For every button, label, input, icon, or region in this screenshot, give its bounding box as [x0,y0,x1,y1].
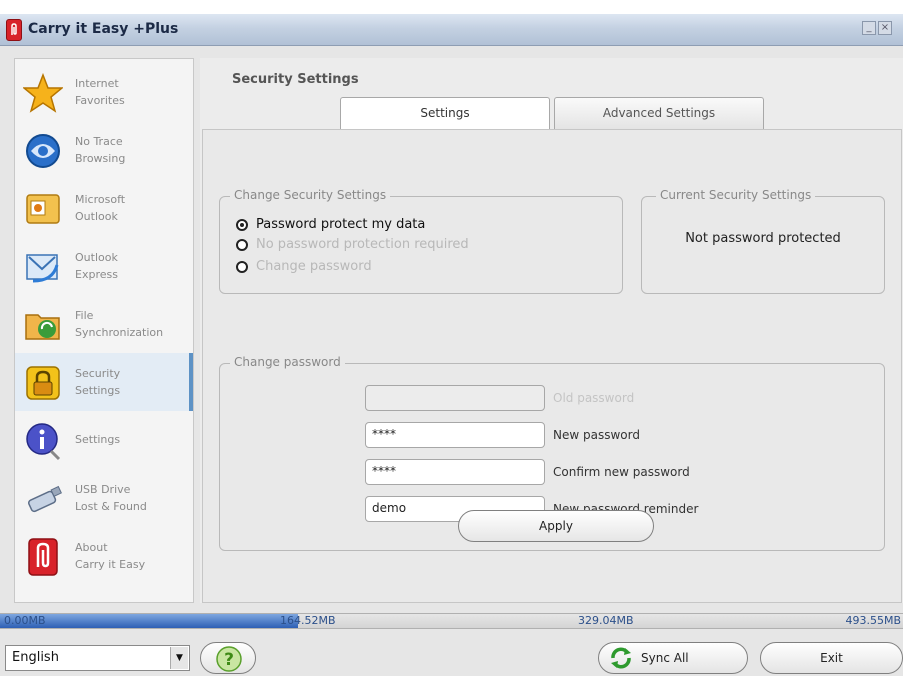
old-password-field[interactable] [365,385,545,411]
minimize-button[interactable]: _ [862,21,876,35]
storage-usage-bar: 0.00MB 164.52MB 329.04MB 493.55MB [0,613,903,629]
settings-panel: Change Security Settings Password protec… [202,129,902,603]
sidebar-item-label: USB Drive Lost & Found [75,483,147,513]
help-button[interactable]: ? [200,642,256,674]
language-select[interactable]: English ▼ [5,645,190,671]
sidebar-item-label: File Synchronization [75,309,164,339]
browser-globe-icon [26,134,60,168]
group-legend: Change Security Settings [230,188,391,202]
app-window: Carry it Easy +Plus _ × Internet Favorit… [0,14,903,676]
help-icon: ? [216,646,242,672]
sidebar-item-about-carry-it-easy[interactable]: About Carry it Easy [15,527,193,585]
usb-drive-icon [28,485,62,513]
padlock-icon [26,366,60,400]
outlook-icon [26,194,60,224]
confirm-password-field[interactable]: **** [365,459,545,485]
sidebar-item-label: Security Settings [75,367,121,397]
sidebar-item-usb-drive-lost-found[interactable]: USB Drive Lost & Found [15,469,193,527]
language-value: English [12,650,59,665]
radio-label: Password protect my data [256,217,426,232]
chevron-down-icon[interactable]: ▼ [170,647,188,669]
old-password-label: Old password [553,391,635,405]
new-password-field[interactable]: **** [365,422,545,448]
sidebar-item-label: Outlook Express [75,251,118,281]
sidebar-item-settings[interactable]: Settings [15,411,193,469]
storage-tick-1: 164.52MB [280,614,336,627]
app-logo-icon [6,19,22,41]
close-button[interactable]: × [878,21,892,35]
tab-advanced-settings[interactable]: Advanced Settings [554,97,764,129]
sync-icon [611,647,631,669]
exit-button[interactable]: Exit [760,642,903,674]
info-icon [26,423,61,461]
page-title: Security Settings [232,72,359,87]
sidebar-item-label: Internet Favorites [75,77,125,107]
radio-label: Change password [256,259,372,274]
window-title: Carry it Easy +Plus [28,21,179,37]
apply-button[interactable]: Apply [458,510,654,542]
storage-tick-min: 0.00MB [4,614,46,627]
sidebar-item-label: Settings [75,433,121,446]
group-legend: Current Security Settings [656,188,816,202]
radio-button[interactable] [236,261,248,273]
sidebar-item-label: No Trace Browsing [75,135,126,165]
outlook-express-icon [26,254,59,283]
sync-all-label: Sync All [641,651,689,665]
confirm-password-label: Confirm new password [553,465,690,479]
sidebar-item-label: About Carry it Easy [75,541,146,571]
security-status-text: Not password protected [685,231,841,246]
sidebar-item-security-settings[interactable]: Security Settings [15,353,193,411]
sidebar-item-file-synchronization[interactable]: File Synchronization [15,295,193,353]
radio-label: No password protection required [256,237,469,252]
svg-text:?: ? [224,650,234,670]
tab-settings[interactable]: Settings [340,97,550,129]
sidebar: Internet Favorites No Trace Browsing Mic… [14,58,194,603]
sidebar-item-internet-favorites[interactable]: Internet Favorites [15,63,193,121]
bottom-toolbar: English ▼ ? Sync All Exit [0,630,903,676]
title-bar[interactable]: Carry it Easy +Plus _ × [0,14,903,46]
change-security-settings-group: Change Security Settings Password protec… [219,188,623,294]
radio-button[interactable] [236,219,248,231]
sidebar-item-label: Microsoft Outlook [75,193,126,223]
new-password-label: New password [553,428,640,442]
folder-sync-icon [25,314,60,340]
star-icon [23,73,63,113]
sidebar-item-outlook-express[interactable]: Outlook Express [15,237,193,295]
sync-all-button[interactable]: Sync All [598,642,748,674]
sidebar-item-no-trace-browsing[interactable]: No Trace Browsing [15,121,193,179]
sidebar-item-microsoft-outlook[interactable]: Microsoft Outlook [15,179,193,237]
group-legend: Change password [230,355,345,369]
radio-button[interactable] [236,239,248,251]
storage-tick-2: 329.04MB [578,614,634,627]
storage-tick-max: 493.55MB [845,614,901,627]
current-security-settings-group: Current Security Settings Not password p… [641,188,885,294]
paperclip-logo-icon [28,538,58,576]
main-content: Security Settings Settings Advanced Sett… [200,58,903,603]
